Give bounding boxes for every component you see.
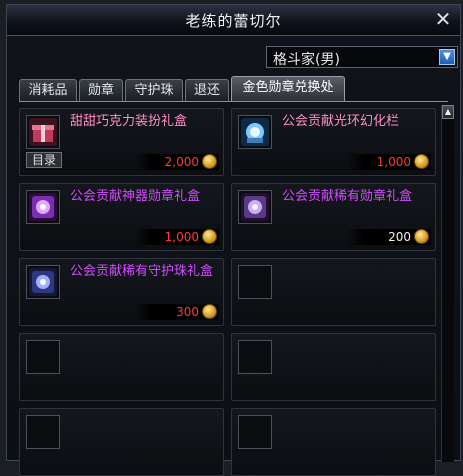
item-name: 公会贡献神器勋章礼盒 (70, 189, 201, 204)
item-card[interactable]: 公会贡献稀有守护珠礼盒 300 (19, 258, 224, 326)
gold-medal-coin-icon (414, 154, 429, 169)
title-bar[interactable]: 老练的蕾切尔 ✕ (7, 5, 460, 36)
item-name: 公会贡献稀有勋章礼盒 (282, 189, 413, 204)
item-list: 目录 甜甜巧克力装扮礼盒 2,000 公会贡献光环幻化栏 1,000 公会贡献神… (19, 101, 448, 476)
item-slot[interactable] (238, 190, 272, 224)
item-slot[interactable] (26, 190, 60, 224)
item-price: 300 (135, 304, 219, 320)
class-dropdown-value: 格斗家(男) (273, 52, 340, 68)
scroll-up-arrow-icon[interactable]: ▲ (442, 105, 454, 119)
gold-medal-coin-icon (202, 229, 217, 244)
item-slot[interactable] (26, 115, 60, 149)
tab-guardian-orbs[interactable]: 守护珠 (125, 79, 183, 101)
item-price: 2,000 (135, 154, 219, 170)
item-card[interactable]: 公会贡献稀有勋章礼盒 200 (231, 183, 436, 251)
price-value: 300 (176, 305, 199, 319)
empty-item-card (19, 408, 224, 476)
artifact-medal-box-icon (29, 193, 57, 221)
item-card[interactable]: 公会贡献神器勋章礼盒 1,000 (19, 183, 224, 251)
chocolate-gift-icon (29, 118, 57, 146)
item-slot[interactable] (26, 265, 60, 299)
item-card[interactable]: 目录 甜甜巧克力装扮礼盒 2,000 (19, 108, 224, 176)
aura-slot-icon (241, 118, 269, 146)
gold-medal-coin-icon (414, 229, 429, 244)
empty-item-slot (238, 415, 272, 449)
item-name: 公会贡献光环幻化栏 (282, 114, 400, 129)
chevron-down-icon[interactable]: ▼ (439, 49, 455, 65)
price-value: 2,000 (164, 155, 199, 169)
tab-consumables[interactable]: 消耗品 (19, 79, 77, 101)
item-name: 公会贡献稀有守护珠礼盒 (70, 264, 214, 279)
empty-item-slot (238, 265, 272, 299)
gold-medal-coin-icon (202, 304, 217, 319)
tab-refund[interactable]: 退还 (185, 79, 229, 101)
window-title: 老练的蕾切尔 (185, 12, 282, 30)
empty-item-slot (26, 340, 60, 374)
empty-item-card (19, 333, 224, 401)
empty-item-card (231, 408, 436, 476)
empty-item-card (231, 333, 436, 401)
price-value: 200 (388, 230, 411, 244)
tab-gold-medal-exchange[interactable]: 金色勋章兑换处 (231, 76, 345, 101)
class-dropdown[interactable]: 格斗家(男) ▼ (266, 46, 458, 68)
empty-item-card (231, 258, 436, 326)
item-price: 1,000 (347, 154, 431, 170)
catalog-button[interactable]: 目录 (26, 152, 62, 168)
empty-item-slot (238, 340, 272, 374)
item-price: 1,000 (135, 229, 219, 245)
price-value: 1,000 (164, 230, 199, 244)
gold-medal-coin-icon (202, 154, 217, 169)
item-name: 甜甜巧克力装扮礼盒 (70, 114, 188, 129)
rare-guardian-orb-box-icon (29, 268, 57, 296)
close-icon[interactable]: ✕ (432, 8, 454, 30)
scrollbar[interactable]: ▲ (441, 105, 454, 462)
item-slot[interactable] (238, 115, 272, 149)
rare-medal-box-icon (241, 193, 269, 221)
tab-medals[interactable]: 勋章 (79, 79, 123, 101)
item-card[interactable]: 公会贡献光环幻化栏 1,000 (231, 108, 436, 176)
price-value: 1,000 (376, 155, 411, 169)
npc-shop-window: 老练的蕾切尔 ✕ 格斗家(男) ▼ 消耗品 勋章 守护珠 退还 金色勋章兑换处 (6, 4, 461, 476)
empty-item-slot (26, 415, 60, 449)
item-price: 200 (347, 229, 431, 245)
